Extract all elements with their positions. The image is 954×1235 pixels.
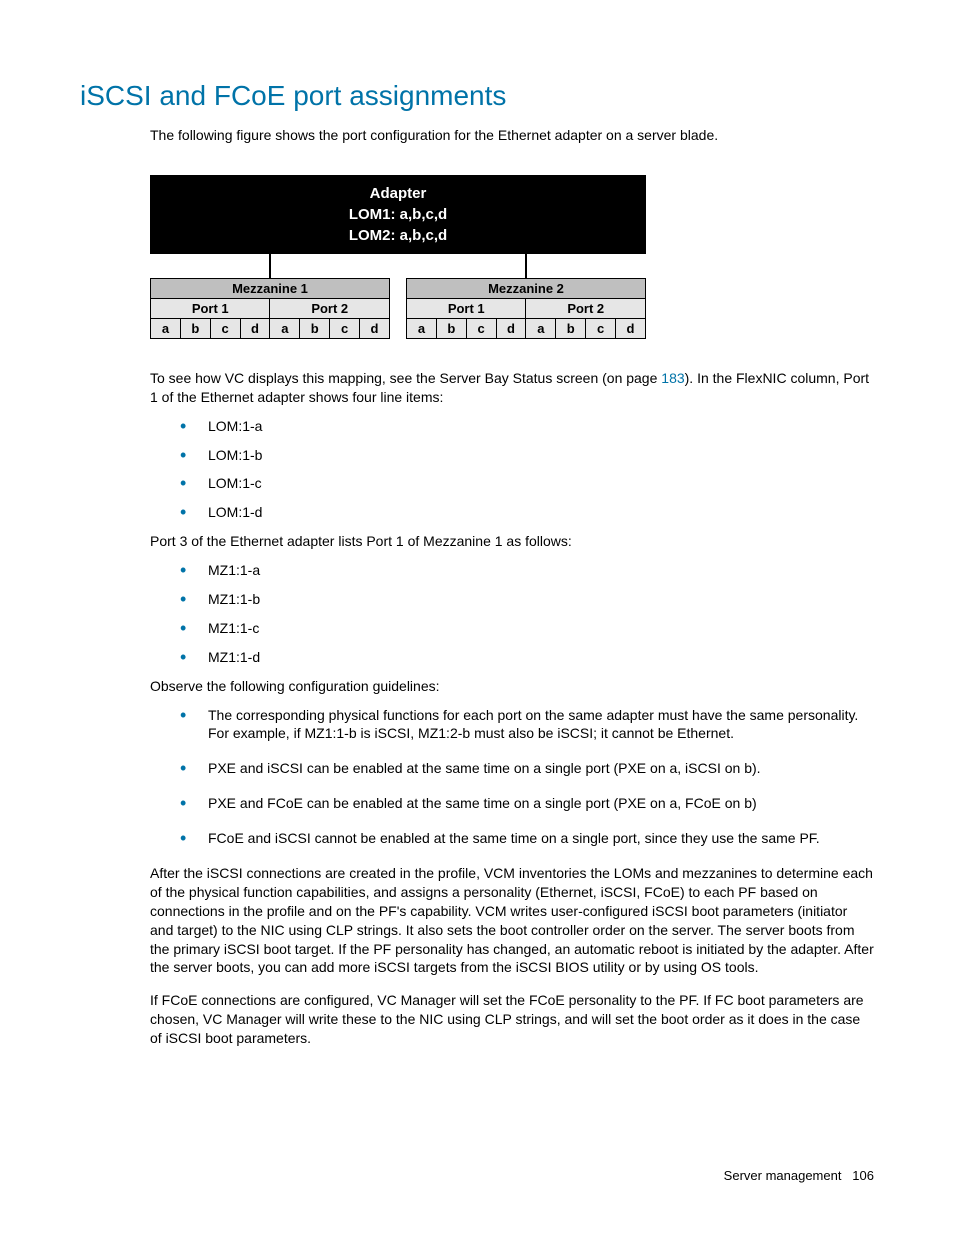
adapter-lom2: LOM2: a,b,c,d (150, 225, 646, 246)
page-link-183[interactable]: 183 (661, 370, 684, 386)
guidelines-list: The corresponding physical functions for… (180, 706, 874, 848)
mezz2-p1-d: d (496, 318, 526, 338)
list-item: LOM:1-c (180, 474, 874, 493)
observe-paragraph: Observe the following configuration guid… (150, 677, 874, 696)
mezz2-p1-c: c (466, 318, 496, 338)
mezz2-p2-d: d (616, 318, 646, 338)
adapter-lom1: LOM1: a,b,c,d (150, 204, 646, 225)
list-item: LOM:1-b (180, 446, 874, 465)
mezz2-p2-b: b (556, 318, 586, 338)
list-item: MZ1:1-d (180, 648, 874, 667)
mapping-text-pre: To see how VC displays this mapping, see… (150, 370, 661, 386)
mezz1-p1-d: d (240, 318, 270, 338)
mezz1-p2-a: a (270, 318, 300, 338)
mezzanine-1-table: Mezzanine 1 Port 1 Port 2 a b c d a b c … (150, 278, 390, 339)
mezz1-p1-b: b (180, 318, 210, 338)
list-item: LOM:1-a (180, 417, 874, 436)
after-iscsi-paragraph: After the iSCSI connections are created … (150, 864, 874, 977)
list-item: LOM:1-d (180, 503, 874, 522)
connector-lines (150, 254, 646, 278)
list-item: MZ1:1-c (180, 619, 874, 638)
footer-page-number: 106 (852, 1168, 874, 1183)
list-item: FCoE and iSCSI cannot be enabled at the … (180, 829, 874, 848)
mezz2-p1-a: a (407, 318, 437, 338)
lom-list: LOM:1-a LOM:1-b LOM:1-c LOM:1-d (180, 417, 874, 523)
mezz2-port2-label: Port 2 (526, 298, 646, 318)
mezz1-port2-label: Port 2 (270, 298, 390, 318)
list-item: PXE and iSCSI can be enabled at the same… (180, 759, 874, 778)
fcoe-paragraph: If FCoE connections are configured, VC M… (150, 991, 874, 1048)
mezzanine-2-title: Mezzanine 2 (407, 278, 646, 298)
list-item: MZ1:1-a (180, 561, 874, 580)
list-item: MZ1:1-b (180, 590, 874, 609)
footer-section: Server management (724, 1168, 842, 1183)
mz-list: MZ1:1-a MZ1:1-b MZ1:1-c MZ1:1-d (180, 561, 874, 667)
page-footer: Server management 106 (724, 1168, 874, 1183)
mezz1-p2-b: b (300, 318, 330, 338)
mezzanine-row: Mezzanine 1 Port 1 Port 2 a b c d a b c … (150, 278, 646, 339)
list-item: The corresponding physical functions for… (180, 706, 874, 744)
adapter-diagram: Adapter LOM1: a,b,c,d LOM2: a,b,c,d Mezz… (150, 175, 874, 339)
mapping-paragraph: To see how VC displays this mapping, see… (150, 369, 874, 407)
mezz2-p2-c: c (586, 318, 616, 338)
adapter-header: Adapter LOM1: a,b,c,d LOM2: a,b,c,d (150, 175, 646, 254)
mezz1-p1-c: c (210, 318, 240, 338)
mezzanine-1-title: Mezzanine 1 (151, 278, 390, 298)
mezz1-p1-a: a (151, 318, 181, 338)
intro-paragraph: The following figure shows the port conf… (150, 126, 874, 145)
mezz2-p1-b: b (436, 318, 466, 338)
mezz1-p2-c: c (330, 318, 360, 338)
mezz2-p2-a: a (526, 318, 556, 338)
adapter-title: Adapter (150, 183, 646, 204)
mezzanine-2-table: Mezzanine 2 Port 1 Port 2 a b c d a b c … (406, 278, 646, 339)
mezz1-p2-d: d (360, 318, 390, 338)
list-item: PXE and FCoE can be enabled at the same … (180, 794, 874, 813)
mezz2-port1-label: Port 1 (407, 298, 526, 318)
mezz1-port1-label: Port 1 (151, 298, 270, 318)
port3-paragraph: Port 3 of the Ethernet adapter lists Por… (150, 532, 874, 551)
page-heading: iSCSI and FCoE port assignments (80, 80, 874, 112)
